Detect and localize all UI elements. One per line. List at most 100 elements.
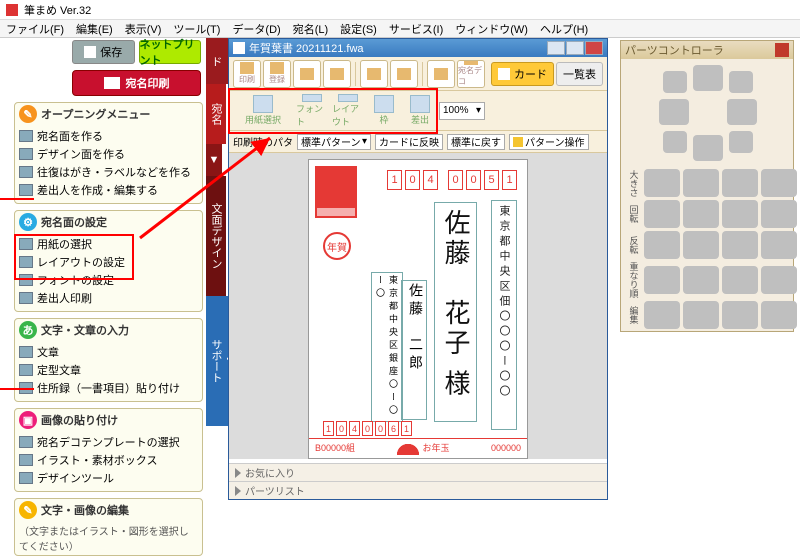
menu-settings[interactable]: 設定(S)	[340, 21, 377, 37]
vtab-atena[interactable]: 宛名	[206, 84, 226, 144]
recipient-name[interactable]: 佐藤 花子 様	[434, 202, 477, 422]
preview-canvas: 年賀 1 0 4 0 0 5 1 東京都中央区佃〇〇〇ー〇〇 佐藤 花子 様 佐…	[229, 153, 607, 459]
tb-register-button[interactable]: 登録	[263, 60, 291, 88]
menu-file[interactable]: ファイル(F)	[6, 21, 64, 37]
tb-undo-button[interactable]	[293, 60, 321, 88]
flip-4-button[interactable]	[761, 231, 797, 259]
layout-button[interactable]: レイアウト	[331, 93, 365, 129]
order-front-button[interactable]	[644, 266, 680, 294]
close-button[interactable]	[585, 41, 603, 55]
size-minus-button[interactable]	[683, 169, 719, 197]
settings-item-font[interactable]: フォントの設定	[17, 271, 200, 289]
list-view-button[interactable]: 一覧表	[556, 62, 603, 86]
menu-edit[interactable]: 編集(E)	[76, 21, 113, 37]
move-up-button[interactable]	[693, 65, 723, 91]
vtab-design[interactable]: 文面デザイン	[206, 176, 226, 296]
menu-tool[interactable]: ツール(T)	[173, 21, 220, 37]
save-button[interactable]: 保存	[72, 40, 135, 64]
image-item[interactable]: イラスト・素材ボックス	[17, 451, 200, 469]
minimize-button[interactable]	[547, 41, 565, 55]
order-bwd-button[interactable]	[761, 266, 797, 294]
move-dr-button[interactable]	[729, 131, 753, 153]
move-left-button[interactable]	[659, 99, 689, 125]
image-item[interactable]: デザインツール	[17, 469, 200, 487]
move-down-button[interactable]	[693, 135, 723, 161]
zoom-select[interactable]: 100%▾	[439, 102, 485, 120]
menu-window[interactable]: ウィンドウ(W)	[455, 21, 528, 37]
doc-titlebar[interactable]: 年賀葉書 20211121.fwa	[229, 39, 607, 57]
pattern-select[interactable]: 標準パターン▾	[297, 134, 371, 150]
app-title: 筆まめ Ver.32	[24, 2, 91, 18]
move-dl-button[interactable]	[663, 131, 687, 153]
text-item[interactable]: 住所録（一書項目）貼り付け	[17, 379, 200, 397]
recipient-zip[interactable]: 1 0 4 0 0 5 1	[387, 170, 517, 190]
frame-button[interactable]: 枠	[367, 93, 401, 129]
controller-titlebar[interactable]: パーツコントローラ	[621, 41, 793, 59]
text-item[interactable]: 文章	[17, 343, 200, 361]
font-icon	[302, 94, 322, 102]
maximize-button[interactable]	[566, 41, 584, 55]
lottery-number: 000000	[491, 443, 521, 453]
menu-data[interactable]: データ(D)	[232, 21, 280, 37]
sender-zip[interactable]: 1 0 4 0 0 6 1	[323, 421, 412, 436]
flip-v-button[interactable]	[683, 231, 719, 259]
favorites-tab[interactable]: お気に入り	[229, 463, 607, 481]
atena-print-button[interactable]: 宛名印刷	[72, 70, 201, 96]
flip-h-button[interactable]	[644, 231, 680, 259]
move-ul-button[interactable]	[663, 71, 687, 93]
parts-controller[interactable]: パーツコントローラ 大きさ 回転 反転 重なり順 編集	[620, 40, 794, 332]
tb-next-button[interactable]	[390, 60, 418, 88]
netprint-button[interactable]: ネットプリント	[139, 40, 202, 64]
order-fwd-button[interactable]	[722, 266, 758, 294]
size-v-button[interactable]	[761, 169, 797, 197]
tb-redo-button[interactable]	[323, 60, 351, 88]
settings-item-sender[interactable]: 差出人印刷	[17, 289, 200, 307]
move-ur-button[interactable]	[729, 71, 753, 93]
card-view-button[interactable]: カード	[491, 62, 554, 86]
tb-deco-button[interactable]: 宛名デコ	[457, 60, 485, 88]
order-back-button[interactable]	[683, 266, 719, 294]
tb-prev-button[interactable]	[360, 60, 388, 88]
sender-address[interactable]: 東京都中央区銀座〇ー〇ー〇	[371, 272, 403, 422]
rot-cw-button[interactable]	[683, 200, 719, 228]
text-item[interactable]: 定型文章	[17, 361, 200, 379]
opening-item[interactable]: 往復はがき・ラベルなどを作る	[17, 163, 200, 181]
vtab-more[interactable]: ▼	[206, 144, 222, 176]
pattern-ops-button[interactable]: パターン操作	[509, 134, 589, 150]
font-button[interactable]: フォント	[295, 93, 329, 129]
opening-item[interactable]: 宛名面を作る	[17, 127, 200, 145]
item-icon	[19, 274, 33, 286]
tb-print-button[interactable]: 印刷	[233, 60, 261, 88]
menu-service[interactable]: サービス(I)	[389, 21, 443, 37]
edit-cut-button[interactable]	[644, 301, 680, 329]
recipient-address[interactable]: 東京都中央区佃〇〇〇ー〇〇	[491, 200, 517, 430]
menu-view[interactable]: 表示(V)	[125, 21, 162, 37]
close-icon[interactable]	[775, 43, 789, 57]
partslist-tab[interactable]: パーツリスト	[229, 481, 607, 499]
size-h-button[interactable]	[722, 169, 758, 197]
paper-select-button[interactable]: 用紙選択	[233, 93, 293, 129]
flip-3-button[interactable]	[722, 231, 758, 259]
rot-cw2-button[interactable]	[761, 200, 797, 228]
edit-paste-button[interactable]	[722, 301, 758, 329]
tb-new-button[interactable]	[427, 60, 455, 88]
reflect-button[interactable]: カードに反映	[375, 134, 443, 150]
edit-delete-button[interactable]	[761, 301, 797, 329]
image-item[interactable]: 宛名デコテンプレートの選択	[17, 433, 200, 451]
opening-item[interactable]: デザイン面を作る	[17, 145, 200, 163]
size-plus-button[interactable]	[644, 169, 680, 197]
left-panel: 保存 ネットプリント 宛名印刷 ✎オープニングメニュー 宛名面を作る デザイン面…	[0, 38, 205, 500]
move-right-button[interactable]	[727, 99, 757, 125]
rot-ccw2-button[interactable]	[722, 200, 758, 228]
menu-atena[interactable]: 宛名(L)	[293, 21, 328, 37]
settings-item-paper[interactable]: 用紙の選択	[17, 235, 200, 253]
sender-button[interactable]: 差出	[403, 93, 437, 129]
postcard-preview[interactable]: 年賀 1 0 4 0 0 5 1 東京都中央区佃〇〇〇ー〇〇 佐藤 花子 様 佐…	[308, 159, 528, 459]
menu-help[interactable]: ヘルプ(H)	[540, 21, 588, 37]
opening-item[interactable]: 差出人を作成・編集する	[17, 181, 200, 199]
revert-button[interactable]: 標準に戻す	[447, 134, 505, 150]
edit-copy-button[interactable]	[683, 301, 719, 329]
sender-name[interactable]: 佐藤 二郎	[401, 280, 427, 420]
rot-ccw-button[interactable]	[644, 200, 680, 228]
settings-item-layout[interactable]: レイアウトの設定	[17, 253, 200, 271]
